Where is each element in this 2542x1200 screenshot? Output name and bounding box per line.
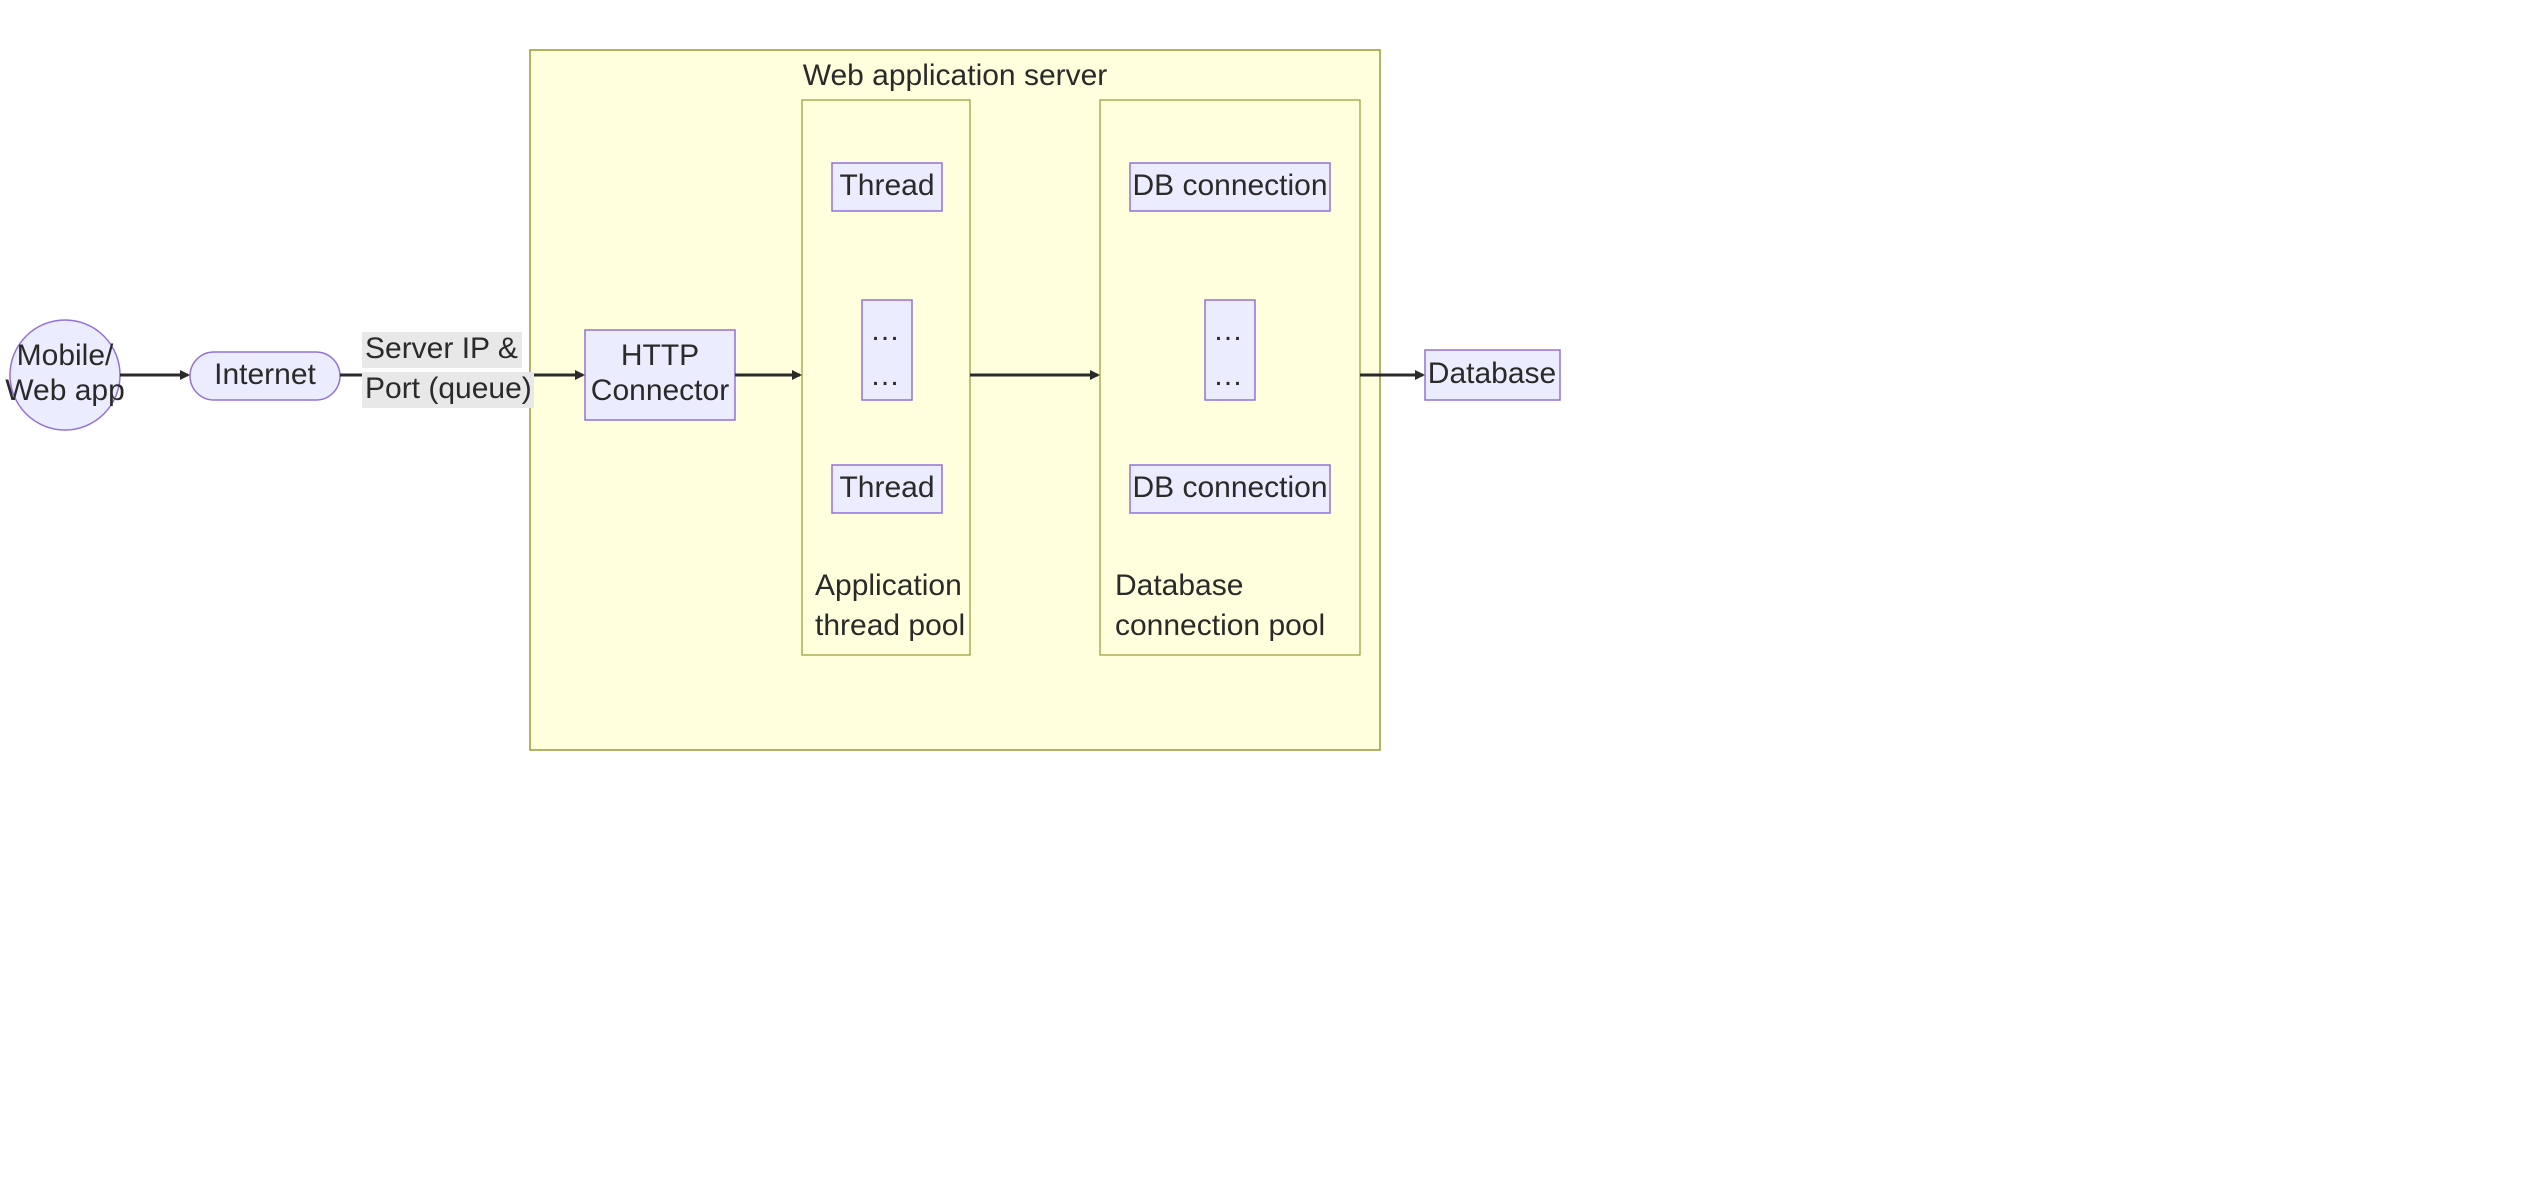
server-group-title: Web application server xyxy=(803,59,1108,92)
thread-ellipsis-2: … xyxy=(870,359,904,392)
db-conn-bottom-label: DB connection xyxy=(1132,471,1327,504)
internet-label: Internet xyxy=(214,358,316,391)
architecture-diagram: Web application server Application threa… xyxy=(0,0,2542,1200)
db-ellipsis-2: … xyxy=(1213,359,1247,392)
client-label-2: Web app xyxy=(5,374,125,407)
http-connector-label-2: Connector xyxy=(591,374,729,407)
thread-pool-label-1: Application xyxy=(815,569,962,602)
thread-top-label: Thread xyxy=(839,169,934,202)
database-label: Database xyxy=(1428,357,1556,390)
client-label-1: Mobile/ xyxy=(17,339,114,372)
edge-label-ipport-1: Server IP & xyxy=(365,332,518,365)
db-ellipsis-1: … xyxy=(1213,314,1247,347)
conn-pool-label-1: Database xyxy=(1115,569,1243,602)
thread-pool-label-2: thread pool xyxy=(815,609,965,642)
edge-label-ipport-2: Port (queue) xyxy=(365,372,532,405)
conn-pool-label-2: connection pool xyxy=(1115,609,1325,642)
http-connector-label-1: HTTP xyxy=(621,339,699,372)
thread-bottom-label: Thread xyxy=(839,471,934,504)
db-conn-top-label: DB connection xyxy=(1132,169,1327,202)
thread-ellipsis-1: … xyxy=(870,314,904,347)
